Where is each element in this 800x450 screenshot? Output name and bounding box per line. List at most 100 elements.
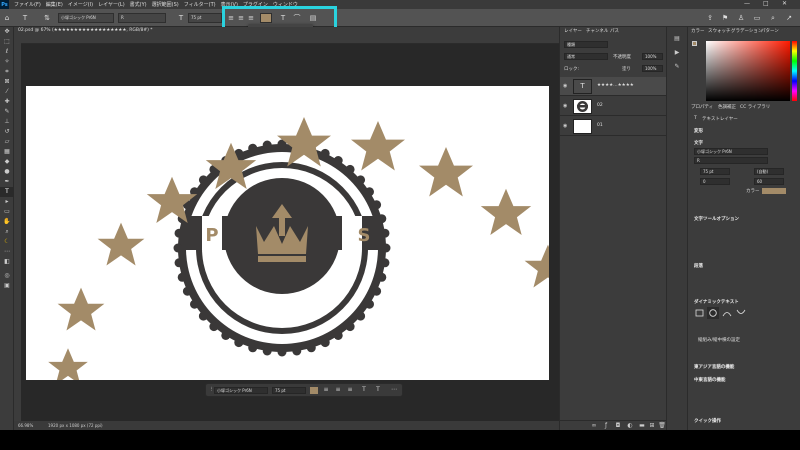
ctx-more-icon[interactable]: ⋯ xyxy=(390,386,398,394)
prop-tracking[interactable]: 60 xyxy=(754,178,784,185)
history-panel-icon[interactable]: ▤ xyxy=(673,35,681,43)
adjustment-icon[interactable]: ◐ xyxy=(626,422,634,430)
tab-libraries[interactable]: CC ライブラリ xyxy=(740,103,770,113)
font-style-select[interactable]: R xyxy=(118,13,166,23)
search-icon[interactable]: ⌕ xyxy=(768,12,778,24)
brush-panel-icon[interactable]: ✎ xyxy=(673,63,681,71)
prop-leading[interactable]: (自動) xyxy=(754,168,784,175)
prop-font-style[interactable]: R xyxy=(694,157,768,164)
layer-name-02[interactable]: 02 xyxy=(597,103,603,108)
ctx-align-left-icon[interactable]: ≡ xyxy=(322,386,330,394)
tab-properties[interactable]: プロパティ xyxy=(691,103,713,113)
pen-tool-icon[interactable]: ✒ xyxy=(0,177,14,187)
tab-adjustments[interactable]: 色調補正 xyxy=(718,103,736,113)
foreground-swatch[interactable] xyxy=(692,41,697,46)
prop-kerning[interactable]: 0 xyxy=(700,178,730,185)
visibility-eye-icon[interactable]: ◉ xyxy=(563,103,567,109)
type-options-section[interactable]: 文字ツールオプション xyxy=(694,216,739,222)
prop-arc-up-icon[interactable] xyxy=(722,312,732,317)
paragraph-section[interactable]: 段落 xyxy=(694,263,703,269)
home-icon[interactable]: ⌂ xyxy=(2,12,12,24)
character-section[interactable]: 文字 xyxy=(694,140,703,146)
stamp-tool-icon[interactable]: ⊥ xyxy=(0,117,14,127)
group-icon[interactable]: ▬ xyxy=(638,422,646,430)
hue-slider[interactable] xyxy=(792,41,797,101)
vertical-settings-label[interactable]: 縦組み/縦中横の設定 xyxy=(698,337,740,343)
document-tab[interactable]: 02.psd @ 67% (★★★★★★★★★★★★★★★★★★, RGB/8#… xyxy=(14,27,559,37)
share-icon[interactable]: ⇪ xyxy=(705,12,715,24)
magic-wand-icon[interactable]: ✧ xyxy=(0,57,14,67)
prop-font-size[interactable]: 75 pt xyxy=(700,168,730,175)
trash-icon[interactable]: 🗑 xyxy=(658,422,666,430)
discover-icon[interactable]: ⚑ xyxy=(720,12,730,24)
screen-mode-icon[interactable]: ▣ xyxy=(0,281,14,291)
menu-edit[interactable]: 編集(E) xyxy=(46,1,63,8)
prop-font-family[interactable]: 小塚ゴシック Pr6N xyxy=(694,148,768,155)
new-layer-icon[interactable]: ⊞ xyxy=(648,422,656,430)
document-info[interactable]: 1920 px x 1080 px (72 ppi) xyxy=(48,423,103,428)
crop-tool-icon[interactable]: ⌗ xyxy=(0,67,14,77)
ctx-drag-handle[interactable]: ⋮ xyxy=(209,387,214,392)
fx-icon[interactable]: ƒ xyxy=(602,422,610,430)
prop-color-swatch[interactable] xyxy=(762,188,786,194)
type-tool-icon[interactable]: T xyxy=(20,12,30,24)
actions-panel-icon[interactable]: ▶ xyxy=(673,49,681,57)
dynamic-text-section[interactable]: ダイナミックテキスト xyxy=(694,299,739,305)
font-size-select[interactable]: 75 pt xyxy=(188,13,222,23)
blend-mode-select[interactable]: 通常 xyxy=(564,53,608,60)
marquee-tool-icon[interactable]: ⬚ xyxy=(0,37,14,47)
prop-arc-down-icon[interactable] xyxy=(736,309,746,314)
eyedropper-icon[interactable]: ⁄ xyxy=(0,87,14,97)
lasso-tool-icon[interactable]: ℓ xyxy=(0,47,14,57)
type-tool-icon[interactable]: T xyxy=(0,187,14,197)
ctx-font-family[interactable]: 小塚ゴシック Pr6N xyxy=(214,387,268,394)
menu-image[interactable]: イメージ(I) xyxy=(68,1,93,8)
tab-color[interactable]: カラー xyxy=(691,27,705,37)
layer-name-01[interactable]: 01 xyxy=(597,123,603,128)
ctx-align-right-icon[interactable]: ≡ xyxy=(346,386,354,394)
workspace-icon[interactable]: ▭ xyxy=(752,12,762,24)
tab-layers[interactable]: レイヤー xyxy=(564,27,582,37)
menu-select[interactable]: 選択範囲(S) xyxy=(152,1,179,8)
zoom-level[interactable]: 66.98% xyxy=(18,423,33,428)
mask-icon[interactable]: ◘ xyxy=(614,422,622,430)
ctx-color-swatch[interactable] xyxy=(310,387,318,394)
layer-name-text[interactable]: ★★★★…★★★★ xyxy=(597,83,634,88)
tab-channels[interactable]: チャンネル xyxy=(586,27,608,37)
tab-gradients[interactable]: グラデーション xyxy=(731,27,762,37)
prop-rect-shape-icon[interactable] xyxy=(695,309,704,317)
opacity-input[interactable]: 100% xyxy=(642,53,663,60)
maximize-button[interactable]: □ xyxy=(763,0,769,7)
eraser-tool-icon[interactable]: ▱ xyxy=(0,137,14,147)
frame-tool-icon[interactable]: ⊠ xyxy=(0,77,14,87)
orientation-icon[interactable]: ⇅ xyxy=(42,12,52,24)
share-doc-icon[interactable]: ↗ xyxy=(784,12,794,24)
path-select-icon[interactable]: ▸ xyxy=(0,197,14,207)
middle-east-section[interactable]: 中東言語の機能 xyxy=(694,377,726,383)
menu-filter[interactable]: フィルター(T) xyxy=(184,1,216,8)
hand-tool-icon[interactable]: ✋ xyxy=(0,217,14,227)
minimize-button[interactable]: — xyxy=(744,0,750,7)
ai-tool-icon[interactable]: ☾ xyxy=(0,237,14,247)
move-tool-icon[interactable]: ✥ xyxy=(0,27,14,37)
layer-row-01[interactable]: ◉ 01 xyxy=(560,117,667,136)
menu-file[interactable]: ファイル(F) xyxy=(14,1,41,8)
history-brush-icon[interactable]: ↺ xyxy=(0,127,14,137)
east-asian-section[interactable]: 東アジア言語の機能 xyxy=(694,364,734,370)
transform-section[interactable]: 変形 xyxy=(694,128,703,134)
layer-row-02[interactable]: ◉ 02 xyxy=(560,97,667,116)
close-button[interactable]: ✕ xyxy=(782,0,787,7)
visibility-eye-icon[interactable]: ◉ xyxy=(563,83,567,89)
visibility-eye-icon[interactable]: ◉ xyxy=(563,123,567,129)
healing-brush-icon[interactable]: ✚ xyxy=(0,97,14,107)
artboard[interactable]: P S xyxy=(26,86,549,380)
layer-filter-select[interactable]: 種類 xyxy=(564,41,608,48)
tab-swatches[interactable]: スウォッチ xyxy=(708,27,731,37)
dodge-tool-icon[interactable]: ● xyxy=(0,167,14,177)
ctx-align-center-icon[interactable]: ≡ xyxy=(334,386,342,394)
ctx-dynamic-icon[interactable]: T xyxy=(374,386,382,394)
more-tools-icon[interactable]: ⋯ xyxy=(0,247,14,257)
quick-actions-section[interactable]: クイック操作 xyxy=(694,418,721,424)
color-swatches-icon[interactable]: ◧ xyxy=(0,257,14,271)
quick-mask-icon[interactable]: ◎ xyxy=(0,271,14,281)
